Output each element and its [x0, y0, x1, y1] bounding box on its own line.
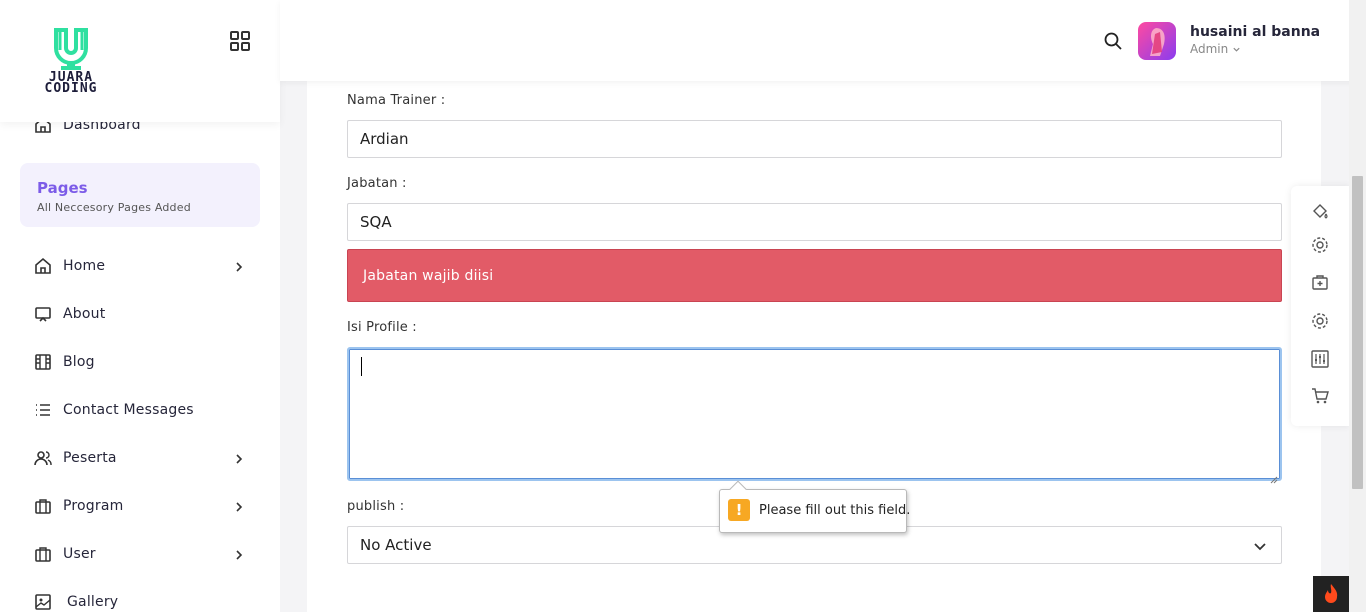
nama-trainer-input[interactable]: Ardian [347, 120, 1282, 158]
sidebar-item-gallery[interactable]: Gallery [34, 590, 254, 612]
briefcase-icon [34, 497, 52, 515]
sidebar-item-about[interactable]: About [34, 302, 254, 326]
gear-icon[interactable] [1310, 235, 1330, 255]
users-icon [34, 449, 52, 467]
medical-bag-icon[interactable] [1310, 272, 1330, 292]
film-icon [34, 353, 52, 371]
user-role-label: Admin [1190, 42, 1229, 56]
sidebar-item-label: Home [63, 258, 106, 274]
monitor-icon [34, 305, 52, 323]
trophy-logo-icon [54, 28, 88, 70]
validation-tooltip: ! Please fill out this field. [719, 480, 911, 533]
sliders-icon[interactable] [1310, 349, 1330, 369]
sidebar-item-blog[interactable]: Blog [34, 350, 254, 374]
gear-icon[interactable] [1310, 311, 1330, 331]
settings-float-panel [1291, 186, 1349, 426]
chevron-down-icon [1253, 539, 1267, 553]
jabatan-label: Jabatan : [347, 176, 407, 191]
tooltip-text: Please fill out this field. [759, 503, 911, 518]
user-avatar-icon [1150, 28, 1165, 56]
shopping-cart-icon[interactable] [1310, 386, 1330, 406]
menu-grid-icon[interactable] [229, 30, 251, 52]
topbar: husaini al banna Admin [280, 0, 1366, 81]
user-name: husaini al banna [1190, 24, 1321, 40]
page-scrollbar-thumb[interactable] [1352, 176, 1363, 489]
logo-text: JUARA CODING [44, 70, 98, 96]
chevron-right-icon [232, 451, 246, 465]
isi-profile-label: Isi Profile : [347, 320, 417, 335]
juara-coding-logo[interactable]: JUARA CODING [34, 24, 108, 96]
pages-title: Pages [37, 179, 88, 197]
jabatan-error-alert: Jabatan wajib diisi [347, 249, 1282, 302]
chevron-right-icon [232, 547, 246, 561]
sidebar-item-peserta[interactable]: Peserta [34, 446, 254, 470]
user-role-dropdown[interactable]: Admin [1190, 42, 1241, 57]
isi-profile-textarea[interactable] [347, 347, 1282, 484]
briefcase-icon [34, 545, 52, 563]
sidebar-item-user[interactable]: User [34, 542, 254, 566]
list-icon [34, 401, 52, 419]
sidebar-item-label: Peserta [63, 450, 117, 466]
warning-icon: ! [728, 499, 750, 521]
chevron-right-icon [232, 259, 246, 273]
pages-section-card: Pages All Neccesory Pages Added [20, 163, 260, 227]
search-icon[interactable] [1103, 31, 1123, 51]
publish-label: publish : [347, 499, 405, 514]
sidebar-item-program[interactable]: Program [34, 494, 254, 518]
chevron-right-icon [232, 499, 246, 513]
sidebar-item-label: User [63, 546, 96, 562]
sidebar-item-contact-messages[interactable]: Contact Messages [34, 398, 254, 422]
fire-badge-button[interactable] [1313, 576, 1349, 612]
pages-subtitle: All Neccesory Pages Added [37, 201, 191, 214]
nama-trainer-label: Nama Trainer : [347, 93, 446, 108]
flame-icon [1325, 584, 1338, 603]
chevron-down-icon [1232, 43, 1241, 57]
sidebar-item-label: Gallery [67, 594, 119, 610]
sidebar: JUARA CODING Dashboard Pages All Necceso… [0, 0, 280, 612]
paint-bucket-icon[interactable] [1310, 202, 1330, 222]
jabatan-input[interactable]: SQA [347, 203, 1282, 241]
sidebar-item-label: About [63, 306, 106, 322]
text-cursor [361, 357, 362, 376]
resize-handle-icon[interactable] [1270, 469, 1278, 484]
image-icon [34, 593, 52, 611]
sidebar-item-label: Contact Messages [63, 402, 194, 418]
sidebar-item-label: Blog [63, 354, 95, 370]
sidebar-item-home[interactable]: Home [34, 254, 254, 278]
avatar[interactable] [1138, 22, 1176, 60]
home-icon [34, 257, 52, 275]
publish-selected-value: No Active [360, 536, 432, 554]
sidebar-header: JUARA CODING [0, 0, 280, 122]
sidebar-item-label: Program [63, 498, 124, 514]
